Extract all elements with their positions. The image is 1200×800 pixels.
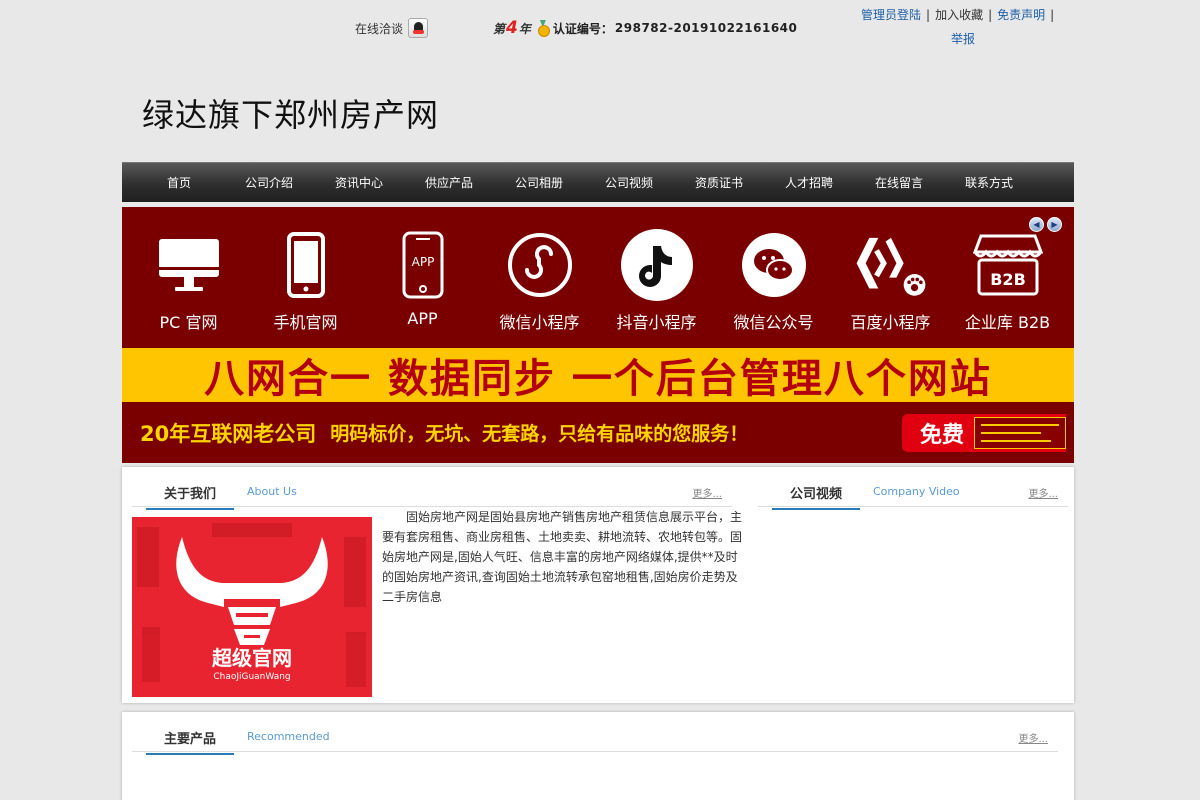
about-title: 关于我们	[146, 483, 235, 510]
channel-label: APP	[407, 309, 438, 328]
video-section-header: 公司视频 Company Video 更多...	[758, 467, 1068, 510]
about-video-panel: 关于我们 About Us 更多... 公司视频 Company Video 更…	[122, 467, 1074, 703]
channel-baidu-miniprogram: 百度小程序	[832, 227, 949, 333]
online-chat[interactable]: 在线洽谈	[355, 18, 429, 38]
year-suffix: 年	[518, 22, 531, 36]
app-inner-text: APP	[411, 255, 434, 269]
nav-item-certificates[interactable]: 资质证书	[674, 174, 764, 191]
channel-wechat-miniprogram: 微信小程序	[481, 227, 598, 333]
free-text: 免费	[920, 423, 965, 448]
about-more-link[interactable]: 更多...	[692, 485, 722, 500]
slogan-band: 八网合一 数据同步 一个后台管理八个网站	[122, 348, 1074, 402]
channel-label: 抖音小程序	[616, 313, 697, 332]
medal-icon	[537, 20, 550, 37]
b2b-inner-text: B2B	[990, 270, 1026, 289]
nav-item-video[interactable]: 公司视频	[584, 174, 674, 191]
admin-login-link[interactable]: 管理员登陆	[861, 7, 921, 24]
channel-douyin: 抖音小程序	[598, 227, 715, 333]
certification: 第 4 年 认证编号： 298782-20191022161640	[493, 18, 797, 38]
products-title: 主要产品	[146, 728, 235, 755]
promise-text: 明码标价，无坑、无套路，只给有品味的您服务！	[330, 423, 749, 445]
company-logo-image[interactable]: 超级官网 ChaoJiGuanWang	[132, 517, 372, 697]
cert-label: 认证编号：	[552, 21, 613, 36]
video-more-link[interactable]: 更多...	[1028, 485, 1058, 500]
channel-label: 手机官网	[273, 313, 338, 332]
mobile-phone-icon	[286, 232, 325, 298]
logo-text-en: ChaoJiGuanWang	[213, 672, 290, 682]
slogan-text: 八网合一 数据同步 一个后台管理八个网站	[204, 356, 992, 402]
online-chat-label: 在线洽谈	[355, 21, 404, 36]
promo-banner[interactable]: ◀ ▶ PC 官网 手机官网 APP APP 微信小程序 抖音小程序 微信公众号…	[122, 207, 1074, 463]
cert-number: 298782-20191022161640	[614, 21, 798, 35]
channel-pc: PC 官网	[130, 227, 247, 333]
b2b-store-icon: B2B	[972, 234, 1043, 296]
nav-item-jobs[interactable]: 人才招聘	[764, 174, 854, 191]
year-prefix: 第	[493, 22, 506, 36]
nav-item-about[interactable]: 公司介绍	[224, 174, 314, 191]
douyin-icon	[620, 229, 693, 301]
about-description: 固始房地产网是固始县房地产销售房地产租赁信息展示平台，主要有套房租售、商业房租售…	[382, 510, 743, 604]
channel-label: 百度小程序	[850, 313, 931, 332]
products-section-header: 主要产品 Recommended 更多...	[132, 712, 1058, 755]
logo-text: 超级官网	[211, 646, 292, 670]
app-phone-icon: APP	[402, 231, 443, 299]
mini-banner-thumbnail	[974, 417, 1066, 449]
channel-label: 企业库 B2B	[964, 313, 1051, 332]
nav-item-products[interactable]: 供应产品	[404, 174, 494, 191]
products-panel: 主要产品 Recommended 更多...	[122, 712, 1074, 800]
nav-item-message[interactable]: 在线留言	[854, 174, 944, 191]
channel-label: 微信公众号	[733, 313, 814, 332]
disclaimer-link[interactable]: 免责声明	[997, 7, 1045, 24]
separator: |	[1050, 8, 1055, 22]
nav-item-contact[interactable]: 联系方式	[944, 174, 1034, 191]
report-link[interactable]: 举报	[951, 32, 975, 46]
channel-app: APP APP	[364, 227, 481, 333]
main-nav: 首页 公司介绍 资讯中心 供应产品 公司相册 公司视频 资质证书 人才招聘 在线…	[122, 162, 1074, 202]
monitor-icon	[158, 239, 219, 291]
separator: |	[988, 8, 993, 22]
year-number: 4	[506, 18, 518, 38]
about-section-header: 关于我们 About Us 更多...	[132, 467, 732, 510]
bull-logo-icon: 超级官网 ChaoJiGuanWang	[132, 517, 372, 697]
qq-icon[interactable]	[408, 18, 429, 38]
baidu-miniprogram-icon	[856, 237, 925, 296]
top-bar: 在线洽谈 第 4 年 认证编号： 298782-20191022161640 管…	[0, 0, 1200, 60]
channel-b2b: B2B 企业库 B2B	[949, 227, 1066, 333]
add-favorite-link[interactable]: 加入收藏	[935, 7, 983, 24]
products-title-en: Recommended	[247, 730, 330, 743]
year-badge: 第 4 年	[493, 18, 531, 38]
top-links: 管理员登陆 | 加入收藏 | 免责声明 | 举报	[861, 7, 1081, 48]
products-more-link[interactable]: 更多...	[1018, 730, 1048, 745]
channel-label: 微信小程序	[499, 313, 580, 332]
video-title: 公司视频	[772, 483, 861, 510]
nav-item-news[interactable]: 资讯中心	[314, 174, 404, 191]
channel-label: PC 官网	[159, 313, 218, 332]
years-text: 20年互联网老公司	[140, 421, 317, 446]
promise-band: 20年互联网老公司 明码标价，无坑、无套路，只给有品味的您服务！ 免费	[122, 402, 1074, 463]
channel-wechat-official: 微信公众号	[715, 227, 832, 333]
channel-mobile: 手机官网	[247, 227, 364, 333]
about-title-en: About Us	[247, 485, 297, 498]
video-title-en: Company Video	[873, 485, 960, 498]
wechat-miniprogram-icon	[507, 233, 572, 297]
nav-item-album[interactable]: 公司相册	[494, 174, 584, 191]
separator: |	[926, 8, 931, 22]
nav-item-home[interactable]: 首页	[134, 174, 224, 191]
free-badge[interactable]: 免费	[902, 414, 1066, 452]
site-title: 绿达旗下郑州房产网	[142, 96, 440, 134]
wechat-icon	[741, 233, 806, 297]
channel-icons: PC 官网 手机官网 APP APP 微信小程序 抖音小程序 微信公众号 百度小…	[130, 227, 1066, 333]
